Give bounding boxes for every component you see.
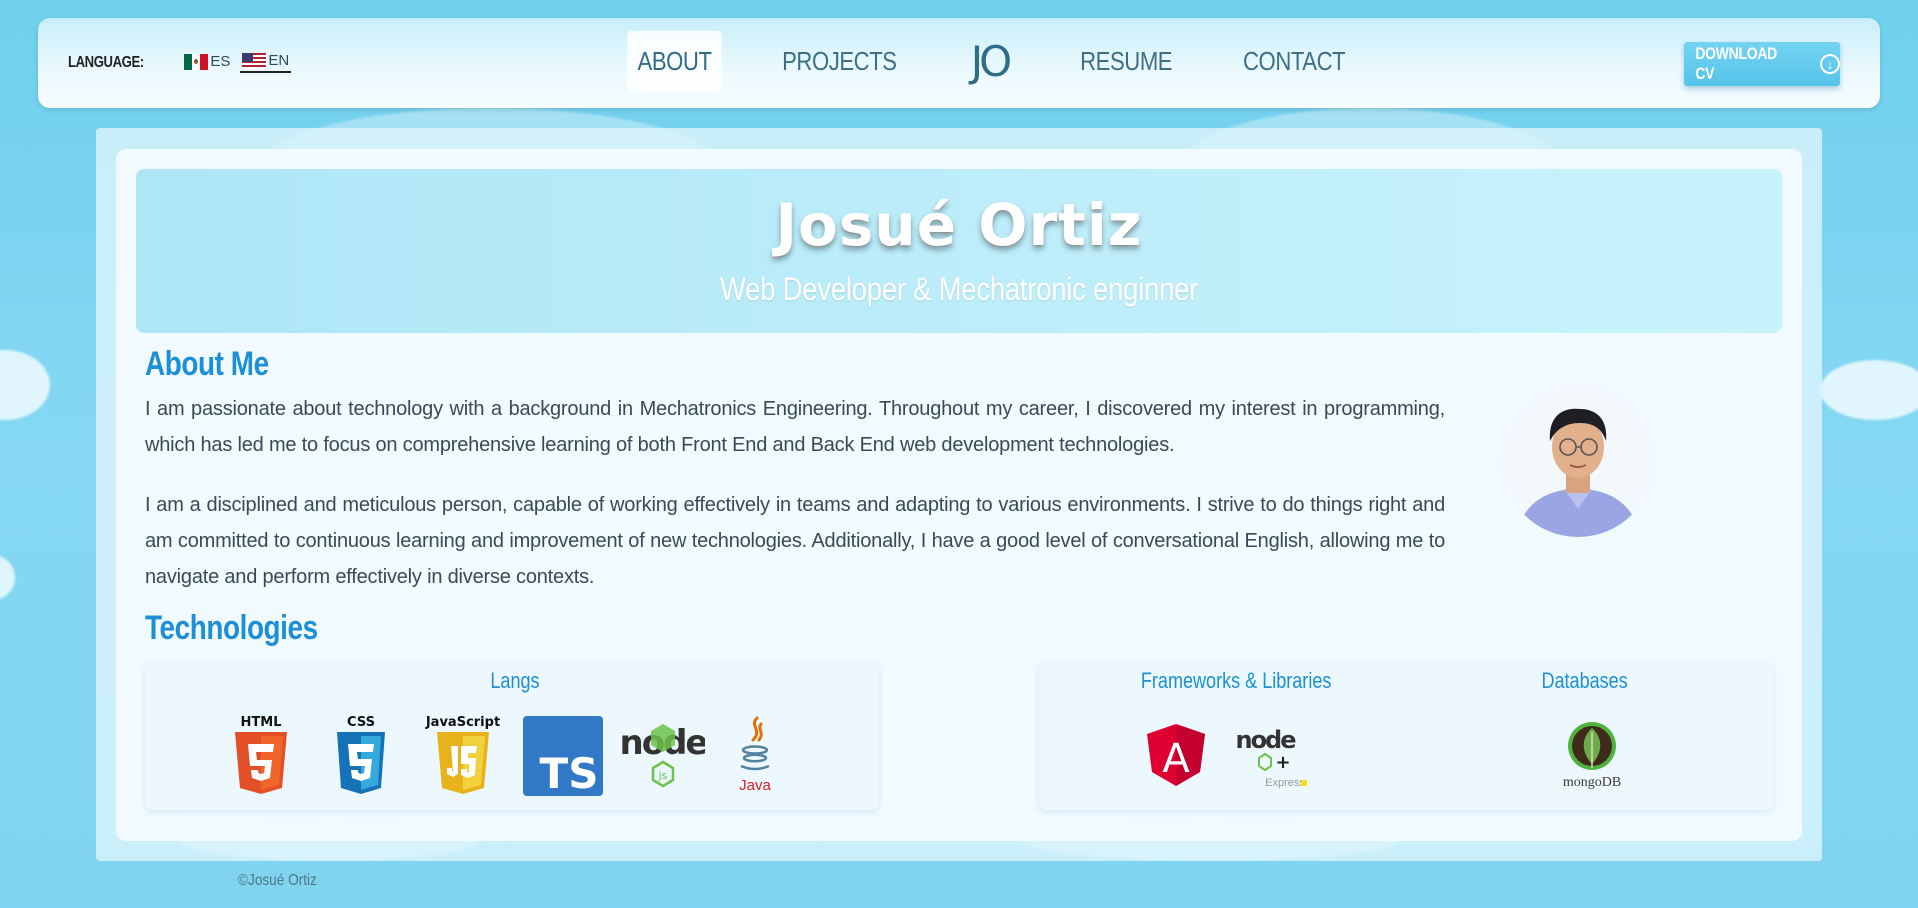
content-card: Josué Ortiz Web Developer & Mechatronic …	[116, 149, 1802, 841]
mexico-flag-icon	[184, 53, 209, 70]
about-paragraph-2: I am a disciplined and meticulous person…	[145, 494, 1445, 588]
download-cv-label: DOWNLOAD CV	[1695, 44, 1778, 83]
node-express-express-label: Express	[1265, 777, 1305, 789]
profile-avatar	[1502, 385, 1654, 537]
about-paragraph-1: I am passionate about technology with a …	[145, 398, 1445, 456]
java-icon: Java	[735, 714, 775, 801]
language-switcher: LANGUAGE: ES EN	[68, 52, 292, 73]
html5-icon: HTML	[233, 714, 289, 801]
langs-title: Langs	[490, 668, 540, 693]
javascript-icon: JavaScript	[423, 714, 503, 801]
hero-name: Josué Ortiz	[775, 191, 1143, 259]
typescript-icon: TS	[523, 714, 603, 801]
main-nav: ABOUT PROJECTS JO RESUME CONTACT	[619, 30, 1367, 92]
footer-copyright: ©Josué Ortiz	[238, 872, 317, 889]
svg-text:js: js	[658, 769, 668, 782]
language-en-button[interactable]: EN	[240, 52, 292, 73]
node-express-icon: node + Express	[1235, 722, 1315, 797]
frameworks-title: Frameworks & Libraries	[1140, 668, 1332, 693]
css3-icon: CSS	[333, 714, 389, 801]
frameworks-databases-card: Frameworks & Libraries Databases A node …	[1039, 662, 1773, 810]
main-panel: Josué Ortiz Web Developer & Mechatronic …	[96, 128, 1822, 861]
databases-title: Databases	[1541, 668, 1628, 693]
angular-icon: A	[1145, 722, 1207, 793]
typescript-label: TS	[540, 749, 599, 796]
nav-projects[interactable]: PROJECTS	[772, 31, 907, 91]
technologies-heading: Technologies	[145, 609, 318, 647]
mongodb-icon: mongoDB	[1557, 722, 1627, 797]
html5-label: HTML	[241, 715, 282, 730]
us-flag-icon	[242, 52, 267, 69]
node-express-node-label: node	[1235, 726, 1296, 754]
css3-label: CSS	[347, 715, 375, 730]
language-en-label: EN	[268, 52, 290, 69]
javascript-label: JavaScript	[425, 715, 500, 730]
download-icon: ↓	[1820, 54, 1840, 74]
hero-banner: Josué Ortiz Web Developer & Mechatronic …	[136, 169, 1782, 333]
site-logo[interactable]: JO	[949, 37, 1030, 86]
language-es-button[interactable]: ES	[182, 53, 232, 72]
java-label: Java	[739, 777, 771, 794]
angular-label: A	[1162, 736, 1190, 782]
nodejs-icon: node js	[620, 714, 709, 801]
download-cv-button[interactable]: DOWNLOAD CV ↓	[1684, 42, 1840, 86]
mongodb-label: mongoDB	[1563, 775, 1621, 790]
nav-resume[interactable]: RESUME	[1070, 31, 1182, 91]
about-heading: About Me	[145, 345, 269, 383]
nav-contact[interactable]: CONTACT	[1233, 31, 1356, 91]
svg-text:+: +	[1275, 752, 1290, 773]
top-navbar: LANGUAGE: ES EN ABOUT PROJECTS JO RESUME…	[38, 18, 1880, 108]
hero-subtitle: Web Developer & Mechatronic enginner	[719, 271, 1199, 307]
language-es-label: ES	[210, 53, 231, 70]
nav-about[interactable]: ABOUT	[627, 31, 722, 91]
language-label: LANGUAGE:	[68, 53, 144, 71]
langs-card: Langs HTML CSS JavaScript TS js Java	[145, 662, 879, 810]
